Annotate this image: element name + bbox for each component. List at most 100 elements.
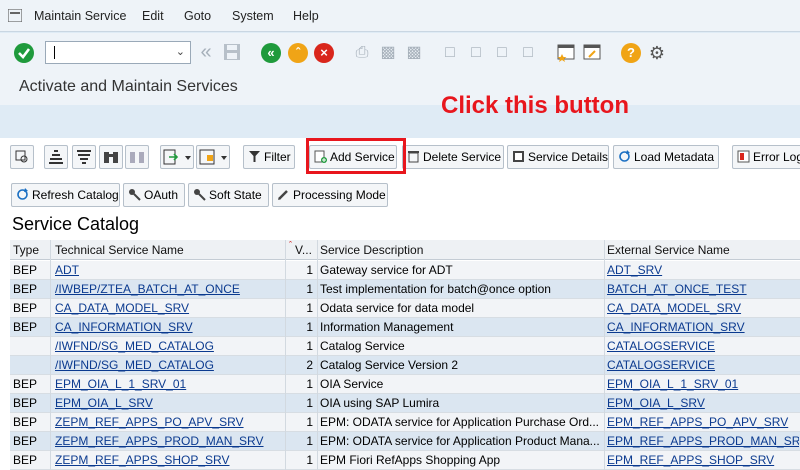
find-next-icon[interactable]: ▩ xyxy=(404,43,424,63)
cell-external-service-name[interactable]: EPM_REF_APPS_SHOP_SRV xyxy=(607,453,799,467)
table-row[interactable]: BEP EPM_OIA_L_SRV 1 OIA using SAP Lumira EPM… xyxy=(10,394,800,413)
table-row[interactable]: /IWFND/SG_MED_CATALOG 1 Catalog Service CAT… xyxy=(10,337,800,356)
command-field[interactable]: ⌄ xyxy=(45,41,191,64)
soft-state-button[interactable]: Soft State xyxy=(188,183,269,207)
error-log-label: Error Log xyxy=(753,150,800,164)
col-service-description[interactable]: Service Description xyxy=(320,243,423,257)
cell-technical-service-name[interactable]: /IWBEP/ZTEA_BATCH_AT_ONCE xyxy=(55,282,283,296)
next-page-icon[interactable]: □ xyxy=(492,43,512,63)
filter-button[interactable]: Filter xyxy=(243,145,295,169)
help-icon[interactable]: ? xyxy=(621,43,641,63)
load-metadata-button[interactable]: Load Metadata xyxy=(613,145,719,169)
cell-type: BEP xyxy=(13,453,38,467)
cell-technical-service-name[interactable]: /IWFND/SG_MED_CATALOG xyxy=(55,339,283,353)
layout-icon[interactable] xyxy=(196,145,230,169)
col-version[interactable]: V... xyxy=(295,243,312,257)
cell-technical-service-name[interactable]: CA_INFORMATION_SRV xyxy=(55,320,283,334)
create-session-icon[interactable] xyxy=(557,43,577,63)
cell-version: 1 xyxy=(306,453,313,467)
cell-type: BEP xyxy=(13,415,38,429)
table-row[interactable]: BEP CA_INFORMATION_SRV 1 Information Manage… xyxy=(10,318,800,337)
cell-type: BEP xyxy=(13,301,38,315)
processing-mode-button[interactable]: Processing Mode xyxy=(272,183,388,207)
col-technical-service-name[interactable]: Technical Service Name xyxy=(55,243,184,257)
cell-external-service-name[interactable]: EPM_REF_APPS_PROD_MAN_SRV xyxy=(607,434,799,448)
sort-descending-icon[interactable] xyxy=(72,145,96,169)
error-log-button[interactable]: Error Log xyxy=(732,145,800,169)
cell-external-service-name[interactable]: CA_INFORMATION_SRV xyxy=(607,320,799,334)
menu-help[interactable]: Help xyxy=(293,9,319,23)
app-menu-icon[interactable] xyxy=(8,9,22,22)
cell-technical-service-name[interactable]: ZEPM_REF_APPS_SHOP_SRV xyxy=(55,453,283,467)
col-external-service-name[interactable]: External Service Name xyxy=(607,243,730,257)
sort-ascending-icon[interactable] xyxy=(44,145,68,169)
cell-external-service-name[interactable]: CA_DATA_MODEL_SRV xyxy=(607,301,799,315)
print-icon[interactable]: ⎙ xyxy=(352,43,372,63)
double-chevron-left-icon[interactable]: « xyxy=(196,42,216,63)
find-icon[interactable] xyxy=(99,145,123,169)
save-icon[interactable] xyxy=(223,43,243,63)
table-row[interactable]: BEP ZEPM_REF_APPS_PROD_MAN_SRV 1 EPM: ODATA… xyxy=(10,432,800,451)
find-icon[interactable]: ▩ xyxy=(378,43,398,63)
cell-external-service-name[interactable]: EPM_OIA_L_1_SRV_01 xyxy=(607,377,799,391)
overview-icon[interactable] xyxy=(10,145,34,169)
cell-technical-service-name[interactable]: ADT xyxy=(55,263,283,277)
cell-service-description: EPM Fiori RefApps Shopping App xyxy=(320,453,501,467)
oauth-button[interactable]: OAuth xyxy=(123,183,185,207)
find-next-icon[interactable] xyxy=(125,145,149,169)
table-row[interactable]: /IWFND/SG_MED_CATALOG 2 Catalog Service Ve… xyxy=(10,356,800,375)
first-page-icon[interactable]: □ xyxy=(440,43,460,63)
exit-icon[interactable]: ˆ xyxy=(288,43,308,63)
service-details-button[interactable]: Service Details xyxy=(507,145,609,169)
previous-page-icon[interactable]: □ xyxy=(466,43,486,63)
table-row[interactable]: BEP EPM_OIA_L_1_SRV_01 1 OIA Service EPM_OIA… xyxy=(10,375,800,394)
pencil-icon xyxy=(278,190,288,200)
table-row[interactable]: BEP ZEPM_REF_APPS_PO_APV_SRV 1 EPM: ODATA s… xyxy=(10,413,800,432)
cell-external-service-name[interactable]: EPM_OIA_L_SRV xyxy=(607,396,799,410)
col-type[interactable]: Type xyxy=(13,243,39,257)
cell-service-description: Catalog Service xyxy=(320,339,405,353)
soft-state-label: Soft State xyxy=(209,188,262,202)
refresh-icon xyxy=(619,150,630,162)
cell-technical-service-name[interactable]: EPM_OIA_L_SRV xyxy=(55,396,283,410)
table-header: Type Technical Service Name ˆ V... Servi… xyxy=(10,240,800,260)
cell-external-service-name[interactable]: BATCH_AT_ONCE_TEST xyxy=(607,282,799,296)
table-row[interactable]: BEP/IWBEP/ZTEA_BATCH_AT_ONCE 1 Test implem… xyxy=(10,280,800,299)
cell-technical-service-name[interactable]: EPM_OIA_L_1_SRV_01 xyxy=(55,377,283,391)
menu-edit[interactable]: Edit xyxy=(142,9,164,23)
cell-external-service-name[interactable]: ADT_SRV xyxy=(607,263,799,277)
cell-version: 1 xyxy=(306,282,313,296)
table-row[interactable]: BEP ZEPM_REF_APPS_SHOP_SRV 1 EPM Fiori RefA… xyxy=(10,451,800,470)
cell-technical-service-name[interactable]: ZEPM_REF_APPS_PO_APV_SRV xyxy=(55,415,283,429)
cell-technical-service-name[interactable]: /IWFND/SG_MED_CATALOG xyxy=(55,358,283,372)
cancel-icon[interactable]: × xyxy=(314,43,334,63)
cell-external-service-name[interactable]: EPM_REF_APPS_PO_APV_SRV xyxy=(607,415,799,429)
oauth-label: OAuth xyxy=(144,188,179,202)
table-row[interactable]: BEP CA_DATA_MODEL_SRV 1 Odata service for d… xyxy=(10,299,800,318)
cell-technical-service-name[interactable]: CA_DATA_MODEL_SRV xyxy=(55,301,283,315)
cell-type: BEP xyxy=(13,434,38,448)
back-icon[interactable]: « xyxy=(261,43,281,63)
enter-check-icon[interactable] xyxy=(14,43,34,63)
export-icon[interactable] xyxy=(160,145,194,169)
menu-goto[interactable]: Goto xyxy=(184,9,211,23)
last-page-icon[interactable]: □ xyxy=(518,43,538,63)
table-row[interactable]: BEP ADT 1 Gateway service for ADT ADT_SRV xyxy=(10,261,800,280)
key-icon xyxy=(194,189,206,201)
delete-service-button[interactable]: Delete Service xyxy=(402,145,504,169)
page-title: Activate and Maintain Services xyxy=(19,78,238,95)
cell-service-description: OIA using SAP Lumira xyxy=(320,396,440,410)
menu-system[interactable]: System xyxy=(232,9,274,23)
cell-version: 2 xyxy=(306,358,313,372)
cell-technical-service-name[interactable]: ZEPM_REF_APPS_PROD_MAN_SRV xyxy=(55,434,283,448)
refresh-catalog-button[interactable]: Refresh Catalog xyxy=(11,183,120,207)
cell-version: 1 xyxy=(306,339,313,353)
chevron-down-icon[interactable]: ⌄ xyxy=(176,45,185,58)
menu-maintain-service[interactable]: Maintain Service xyxy=(34,9,126,23)
cell-external-service-name[interactable]: CATALOGSERVICE xyxy=(607,339,799,353)
cell-service-description: Catalog Service Version 2 xyxy=(320,358,459,372)
cell-external-service-name[interactable]: CATALOGSERVICE xyxy=(607,358,799,372)
gear-icon[interactable]: ⚙ xyxy=(647,43,667,63)
generate-shortcut-icon[interactable] xyxy=(583,43,603,63)
refresh-catalog-label: Refresh Catalog xyxy=(32,188,119,202)
